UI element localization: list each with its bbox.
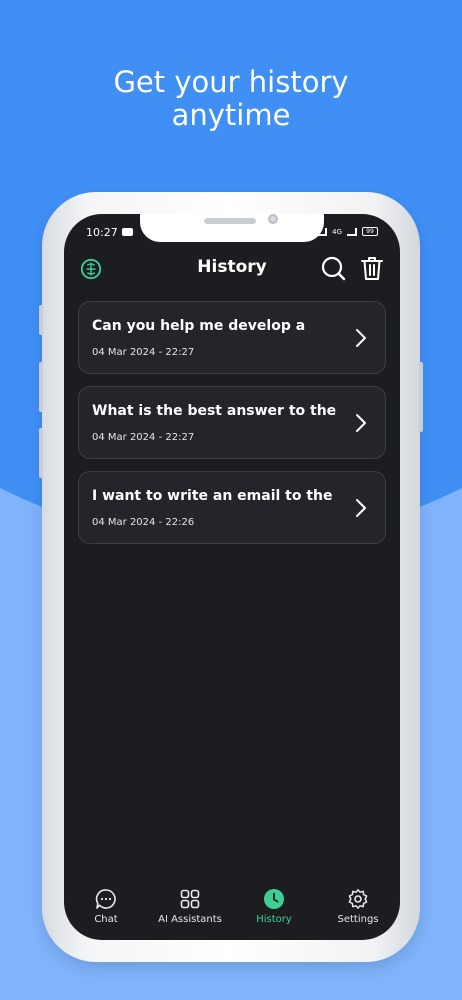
nav-item-label: AI Assistants bbox=[158, 914, 222, 925]
phone-side-button bbox=[39, 428, 43, 478]
history-list: Can you help me develop a 04 Mar 2024 - … bbox=[78, 301, 386, 556]
phone-screen: 10:27 4G 99 History Can you help me deve… bbox=[64, 214, 400, 940]
clock-icon bbox=[264, 889, 284, 909]
trash-icon[interactable] bbox=[360, 255, 384, 281]
signal-icon bbox=[347, 227, 357, 236]
history-item[interactable]: What is the best answer to the 04 Mar 20… bbox=[78, 386, 386, 459]
promo-headline: Get your history anytime bbox=[0, 66, 462, 132]
history-item-title: What is the best answer to the bbox=[92, 403, 337, 419]
phone-camera bbox=[268, 214, 278, 224]
history-item-title: I want to write an email to the bbox=[92, 488, 333, 504]
page-title: History bbox=[197, 257, 267, 277]
bottom-nav: Chat AI Assistants History Settings bbox=[64, 880, 400, 940]
promo-headline-line2: anytime bbox=[171, 98, 291, 132]
network-type: 4G bbox=[332, 227, 342, 236]
chevron-right-icon bbox=[356, 499, 366, 517]
gear-icon bbox=[348, 889, 368, 909]
chevron-right-icon bbox=[356, 414, 366, 432]
history-item-date: 04 Mar 2024 - 22:26 bbox=[92, 517, 195, 528]
youtube-notification-icon bbox=[122, 228, 133, 236]
phone-power-button bbox=[419, 362, 423, 432]
nav-item-label: Settings bbox=[337, 914, 379, 925]
history-item[interactable]: Can you help me develop a 04 Mar 2024 - … bbox=[78, 301, 386, 374]
history-item-date: 04 Mar 2024 - 22:27 bbox=[92, 432, 195, 443]
history-item-title: Can you help me develop a bbox=[92, 318, 306, 334]
search-icon[interactable] bbox=[320, 255, 346, 281]
phone-speaker bbox=[204, 218, 256, 224]
app-bar: History bbox=[64, 252, 400, 286]
battery-icon: 99 bbox=[362, 227, 378, 236]
history-item-date: 04 Mar 2024 - 22:27 bbox=[92, 347, 195, 358]
nav-item-settings[interactable]: Settings bbox=[318, 888, 398, 925]
grid-icon bbox=[180, 889, 200, 909]
signal-icon bbox=[317, 227, 328, 236]
nav-item-chat[interactable]: Chat bbox=[66, 888, 146, 925]
history-item[interactable]: I want to write an email to the 04 Mar 2… bbox=[78, 471, 386, 544]
promo-headline-line1: Get your history bbox=[113, 65, 349, 99]
status-time: 10:27 bbox=[86, 226, 118, 239]
phone-side-button bbox=[39, 305, 43, 335]
phone-side-button bbox=[39, 362, 43, 412]
nav-item-ai-assistants[interactable]: AI Assistants bbox=[150, 888, 230, 925]
nav-item-label: History bbox=[256, 914, 292, 925]
nav-item-history[interactable]: History bbox=[234, 888, 314, 925]
nav-item-label: Chat bbox=[94, 914, 118, 925]
chevron-right-icon bbox=[356, 329, 366, 347]
status-bar: 10:27 4G 99 bbox=[64, 226, 400, 242]
chat-bubble-icon bbox=[95, 889, 116, 909]
